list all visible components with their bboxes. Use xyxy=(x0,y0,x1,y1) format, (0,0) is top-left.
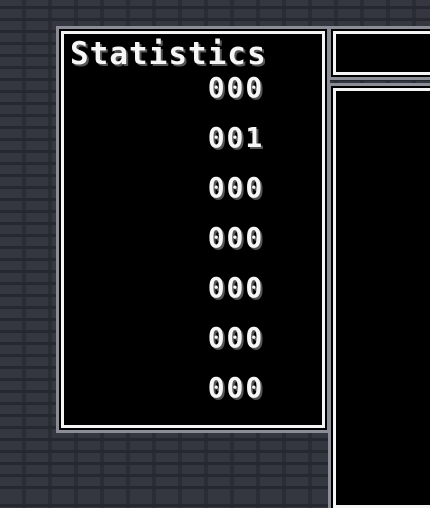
stat-row-z-piece: 000 xyxy=(64,168,322,208)
l-piece-icon xyxy=(94,328,134,348)
stat-row-i-piece: 000 xyxy=(64,368,322,408)
stat-row-j-piece: 001 xyxy=(64,118,322,158)
o-piece-count: 000 xyxy=(207,221,265,254)
t-piece-icon xyxy=(94,78,134,98)
stat-row-o-piece: 000 xyxy=(64,218,322,258)
stat-row-l-piece: 000 xyxy=(64,318,322,358)
j-piece-icon xyxy=(94,128,134,148)
playfield xyxy=(333,88,430,508)
i-piece-icon xyxy=(94,378,134,398)
j-piece-count: 001 xyxy=(207,121,265,154)
game-screen: { "statistics": { "title": "Statistics",… xyxy=(0,0,430,508)
stat-row-s-piece: 000 xyxy=(64,268,322,308)
statistics-panel: Statistics 000 001 000 000 000 000 000 xyxy=(61,31,325,428)
lines-panel xyxy=(333,31,430,75)
z-piece-icon xyxy=(94,178,134,198)
s-piece-icon xyxy=(94,278,134,298)
i-piece-count: 000 xyxy=(207,371,265,404)
z-piece-count: 000 xyxy=(207,171,265,204)
statistics-title: Statistics xyxy=(70,36,267,72)
stat-row-t-piece: 000 xyxy=(64,68,322,108)
o-piece-icon xyxy=(94,228,134,248)
l-piece-count: 000 xyxy=(207,321,265,354)
s-piece-count: 000 xyxy=(207,271,265,304)
t-piece-count: 000 xyxy=(207,71,265,104)
